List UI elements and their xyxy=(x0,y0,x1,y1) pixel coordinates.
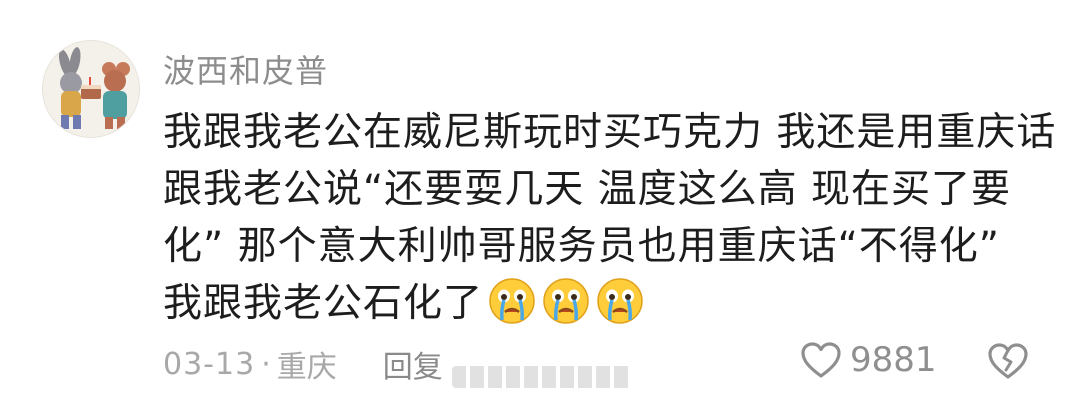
meta-separator: · xyxy=(261,346,271,382)
like-count: 9881 xyxy=(850,340,937,380)
avatar[interactable] xyxy=(42,40,140,138)
username[interactable]: 波西和皮普 xyxy=(163,46,328,92)
crying-face-icon xyxy=(543,278,589,324)
comment-line: 我跟我老公在威尼斯玩时买巧克力 我还是用重庆话 xyxy=(163,110,1057,155)
watermark-overlay xyxy=(452,366,632,388)
dislike-button[interactable] xyxy=(987,342,1029,384)
crying-face-icon xyxy=(597,278,643,324)
crying-face-icon xyxy=(489,278,535,324)
comment-text: 我跟我老公在威尼斯玩时买巧克力 我还是用重庆话 跟我老公说“还要耍几天 温度这么… xyxy=(163,104,1057,342)
reply-button[interactable]: 回复 xyxy=(383,342,443,386)
heart-icon xyxy=(801,342,841,378)
emoji-row xyxy=(483,276,645,342)
avatar-illustration xyxy=(43,41,139,137)
comment-line-text: 我跟我老公石化了 xyxy=(163,281,484,326)
comment-line-last: 我跟我老公石化了 xyxy=(163,275,1043,342)
comment-card: 波西和皮普 我跟我老公在威尼斯玩时买巧克力 我还是用重庆话 跟我老公说“还要耍几… xyxy=(0,0,1080,407)
comment-line: 跟我老公说“还要耍几天 温度这么高 现在买了要 xyxy=(163,167,1011,212)
broken-heart-icon xyxy=(988,343,1028,379)
like-button[interactable]: 9881 xyxy=(800,340,937,380)
comment-location: 重庆 xyxy=(276,350,337,385)
comment-line: 化” 那个意大利帅哥服务员也用重庆话“不得化” xyxy=(163,224,1001,269)
comment-meta: 03-13 · 重庆 回复 xyxy=(163,342,443,386)
comment-date: 03-13 xyxy=(163,346,256,382)
